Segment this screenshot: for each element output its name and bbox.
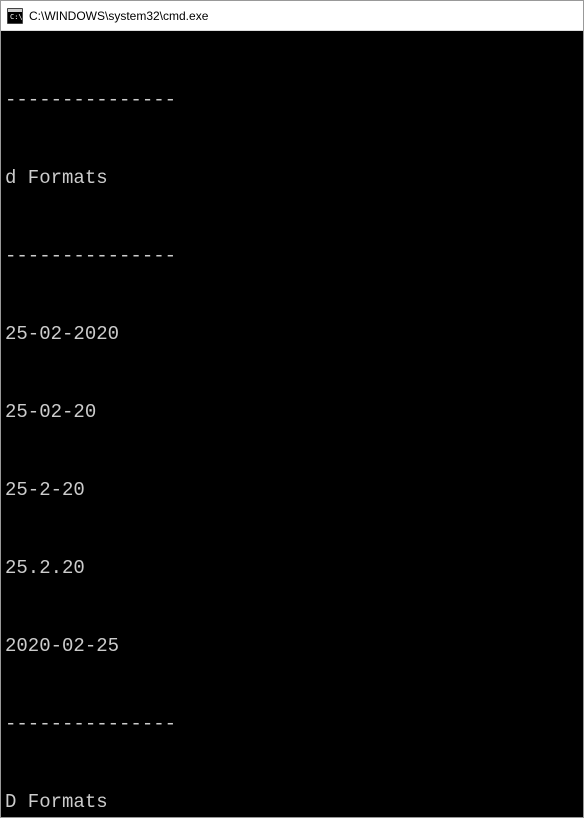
terminal-line: 25-02-2020: [5, 321, 579, 347]
terminal-line: ---------------: [5, 711, 579, 737]
terminal-line: d Formats: [5, 165, 579, 191]
window-title: C:\WINDOWS\system32\cmd.exe: [29, 9, 208, 23]
terminal-line: 2020-02-25: [5, 633, 579, 659]
terminal-output[interactable]: --------------- d Formats --------------…: [1, 31, 583, 817]
terminal-line: ---------------: [5, 243, 579, 269]
terminal-line: 25.2.20: [5, 555, 579, 581]
terminal-line: 25-02-20: [5, 399, 579, 425]
cmd-window: C:\ C:\WINDOWS\system32\cmd.exe --------…: [0, 0, 584, 818]
terminal-line: D Formats: [5, 789, 579, 815]
svg-text:C:\: C:\: [10, 13, 23, 21]
terminal-line: 25-2-20: [5, 477, 579, 503]
terminal-line: ---------------: [5, 87, 579, 113]
cmd-icon: C:\: [7, 8, 23, 24]
titlebar[interactable]: C:\ C:\WINDOWS\system32\cmd.exe: [1, 1, 583, 31]
